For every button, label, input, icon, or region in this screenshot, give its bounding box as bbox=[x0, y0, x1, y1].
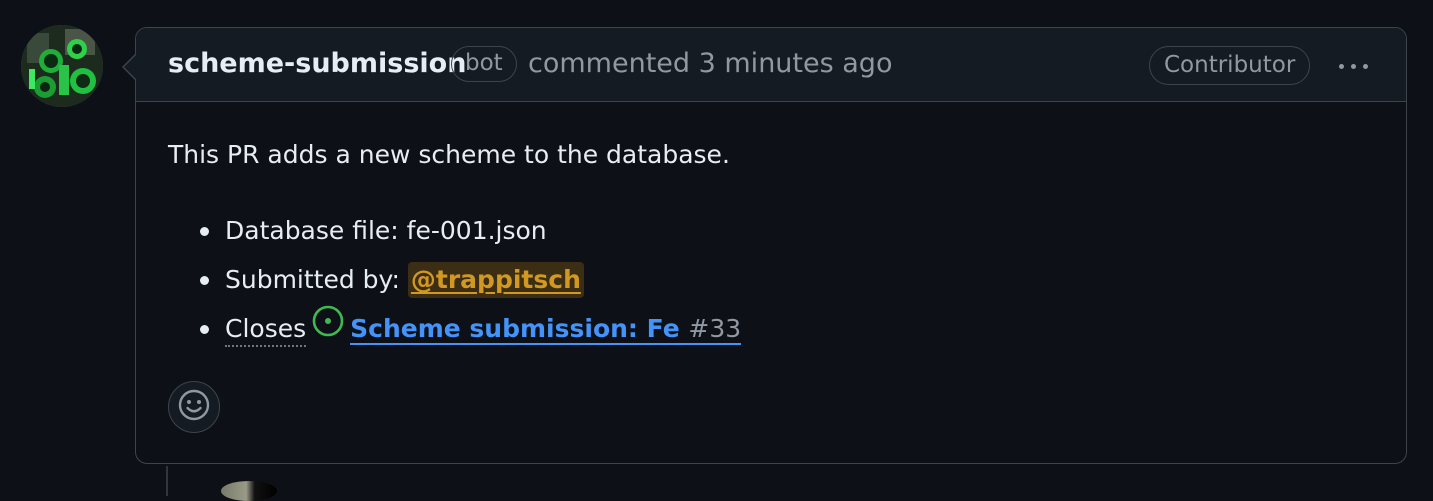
linked-issue-number: #33 bbox=[688, 314, 742, 343]
linked-issue-link[interactable]: Scheme submission: Fe #33 bbox=[350, 314, 742, 345]
closes-label[interactable]: Closes bbox=[225, 314, 307, 347]
smiley-icon bbox=[177, 388, 211, 426]
timeline-connector bbox=[166, 466, 168, 496]
kebab-dot bbox=[1350, 63, 1356, 69]
database-file-text: Database file: fe-001.json bbox=[225, 216, 547, 245]
list-item-submitted-by: Submitted by: @trappitsch bbox=[199, 260, 741, 309]
comment-caret-fill bbox=[124, 54, 137, 80]
comment-header: scheme-submission bot commented 3 minute… bbox=[136, 28, 1406, 102]
list-item-database-file: Database file: fe-001.json bbox=[199, 211, 741, 260]
user-mention-link[interactable]: @trappitsch bbox=[407, 262, 584, 298]
comment-author-link[interactable]: scheme-submission bbox=[168, 48, 466, 79]
kebab-horizontal-icon bbox=[1338, 63, 1344, 69]
comment-box: scheme-submission bot commented 3 minute… bbox=[135, 27, 1407, 464]
next-event-avatar bbox=[221, 481, 277, 501]
author-avatar[interactable] bbox=[21, 25, 103, 107]
add-reaction-button[interactable] bbox=[168, 381, 220, 433]
issue-opened-icon bbox=[312, 305, 344, 349]
kebab-dot bbox=[1362, 63, 1368, 69]
list-item-closes: Closes Scheme submission: Fe #33 bbox=[199, 305, 742, 358]
comment-timestamp-link[interactable]: 3 minutes ago bbox=[699, 48, 893, 79]
bot-badge: bot bbox=[451, 46, 517, 82]
comment-action: commented bbox=[528, 48, 691, 79]
comment-body-text: This PR adds a new scheme to the databas… bbox=[168, 140, 730, 169]
contributor-badge: Contributor bbox=[1149, 46, 1311, 85]
linked-issue-title: Scheme submission: Fe bbox=[350, 314, 680, 343]
submitted-by-label: Submitted by: bbox=[225, 265, 400, 294]
comment-meta: commented 3 minutes ago bbox=[528, 48, 892, 79]
comment-details-list: Database file: fe-001.json Submitted by:… bbox=[168, 211, 742, 358]
more-actions-button[interactable] bbox=[1331, 52, 1375, 80]
